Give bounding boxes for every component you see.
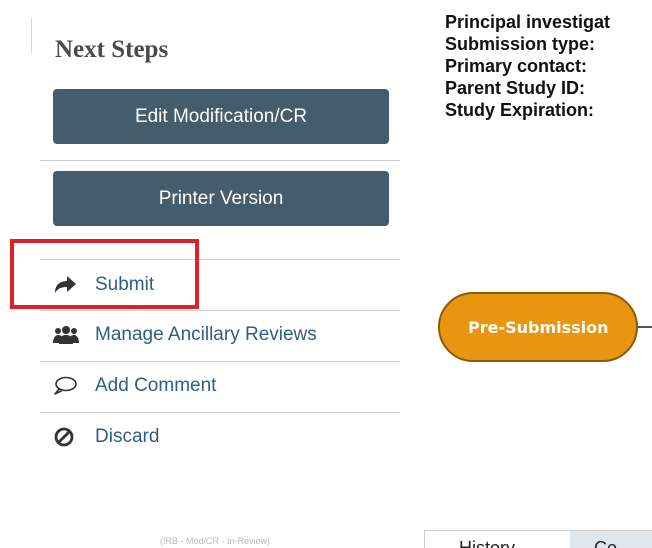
separator [40, 412, 400, 413]
prohibited-icon [53, 426, 81, 448]
users-group-icon [53, 324, 81, 346]
add-comment-action[interactable]: Add Comment [53, 371, 216, 401]
separator [40, 361, 400, 362]
principal-investigator-label: Principal investigat [445, 12, 611, 32]
printer-version-button[interactable]: Printer Version [53, 171, 389, 226]
speech-bubble-icon [53, 375, 81, 397]
separator [40, 160, 400, 161]
separator [40, 310, 400, 311]
submission-type-label: Submission type: [445, 34, 596, 54]
manage-ancillary-reviews-action[interactable]: Manage Ancillary Reviews [53, 320, 317, 350]
tab-other[interactable]: Co [570, 530, 652, 548]
left-divider [31, 18, 32, 53]
parent-study-id-label: Parent Study ID: [445, 78, 586, 98]
manage-ancillary-reviews-label: Manage Ancillary Reviews [95, 324, 317, 345]
study-expiration-label: Study Expiration: [445, 100, 595, 120]
workflow-state-pre-submission: Pre-Submission [438, 292, 638, 362]
tab-history[interactable]: History [424, 530, 570, 548]
discard-action[interactable]: Discard [53, 422, 159, 452]
next-steps-title: Next Steps [55, 36, 169, 63]
add-comment-label: Add Comment [95, 375, 217, 396]
edit-modification-button[interactable]: Edit Modification/CR [53, 89, 389, 144]
study-info-list: Principal investigat Submission type: Pr… [445, 11, 610, 121]
tab-strip: History Co [424, 530, 652, 548]
state-footer-note: (IRB - Mod/CR - In-Review) [160, 536, 271, 546]
primary-contact-label: Primary contact: [445, 56, 588, 76]
submit-highlight-box [10, 239, 199, 309]
discard-label: Discard [95, 426, 160, 447]
workflow-connector [638, 326, 652, 328]
